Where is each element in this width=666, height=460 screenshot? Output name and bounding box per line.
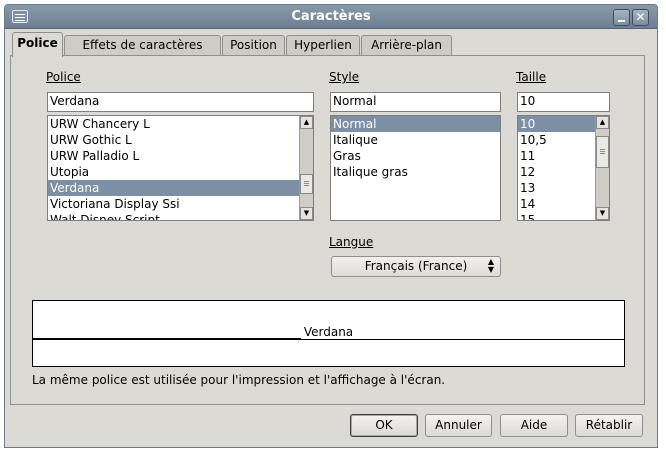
- scroll-up-icon[interactable]: ▲: [596, 116, 609, 129]
- language-select[interactable]: Français (France) ▲ ▼: [331, 256, 501, 277]
- preview-sample: Verdana: [302, 325, 355, 339]
- style-field[interactable]: Normal: [330, 92, 501, 112]
- list-item[interactable]: Italique gras: [331, 164, 500, 180]
- size-label: Taille: [516, 70, 546, 84]
- help-button[interactable]: Aide: [500, 414, 568, 437]
- style-label-text: Style: [329, 70, 360, 84]
- window-title: Caractères: [291, 9, 371, 24]
- style-list[interactable]: Normal Italique Gras Italique gras: [330, 115, 501, 221]
- language-value: Français (France): [364, 259, 468, 273]
- list-item-selected[interactable]: Normal: [331, 116, 500, 132]
- size-label-text: Taille: [516, 70, 547, 84]
- scroll-thumb[interactable]: [300, 174, 313, 194]
- language-label: Langue: [329, 235, 374, 249]
- font-list[interactable]: URW Chancery L URW Gothic L URW Palladio…: [47, 115, 314, 221]
- size-list[interactable]: 10 10,5 11 12 13 14 15 ▲ ▼: [517, 115, 610, 221]
- list-item[interactable]: Utopia: [48, 164, 313, 180]
- list-item[interactable]: Victoriana Display Ssi: [48, 196, 313, 212]
- list-item[interactable]: Gras: [331, 148, 500, 164]
- font-name-field[interactable]: Verdana: [47, 92, 314, 112]
- font-label: Police: [46, 70, 81, 84]
- list-item[interactable]: URW Palladio L: [48, 148, 313, 164]
- ok-button[interactable]: OK: [350, 414, 418, 437]
- scroll-down-icon[interactable]: ▼: [300, 207, 313, 220]
- tab-hyperlien[interactable]: Hyperlien: [286, 35, 360, 56]
- scroll-down-icon[interactable]: ▼: [596, 207, 609, 220]
- size-list-scrollbar[interactable]: ▲ ▼: [595, 116, 609, 220]
- font-preview: Verdana: [32, 300, 625, 367]
- close-button[interactable]: ✕: [632, 9, 649, 26]
- tab-position[interactable]: Position: [222, 35, 285, 56]
- preview-text: Verdana: [33, 325, 624, 339]
- size-field[interactable]: 10: [517, 92, 610, 112]
- list-item[interactable]: Walt Disney Script: [48, 212, 313, 220]
- list-item[interactable]: URW Chancery L: [48, 116, 313, 132]
- tab-police[interactable]: Police: [12, 32, 63, 57]
- updown-icon: ▲ ▼: [487, 257, 494, 274]
- tab-panel: Police Verdana URW Chancery L URW Gothic…: [10, 55, 645, 405]
- scroll-up-icon[interactable]: ▲: [300, 116, 313, 129]
- list-item[interactable]: URW Gothic L: [48, 132, 313, 148]
- tab-effets-de-caracteres[interactable]: Effets de caractères: [64, 35, 221, 56]
- preview-divider: [33, 339, 624, 340]
- font-list-scrollbar[interactable]: ▲ ▼: [299, 116, 313, 220]
- tab-arriere-plan[interactable]: Arrière-plan: [361, 35, 452, 56]
- list-item-selected[interactable]: Verdana: [48, 180, 313, 196]
- style-label: Style: [329, 70, 359, 84]
- title-bar[interactable]: Caractères ✕: [5, 5, 657, 29]
- scroll-thumb[interactable]: [596, 136, 609, 168]
- cancel-button[interactable]: Annuler: [425, 414, 492, 437]
- list-item[interactable]: Italique: [331, 132, 500, 148]
- reset-button[interactable]: Rétablir: [575, 414, 643, 437]
- preview-note: La même police est utilisée pour l'impre…: [32, 373, 446, 387]
- minimize-button[interactable]: [613, 9, 630, 26]
